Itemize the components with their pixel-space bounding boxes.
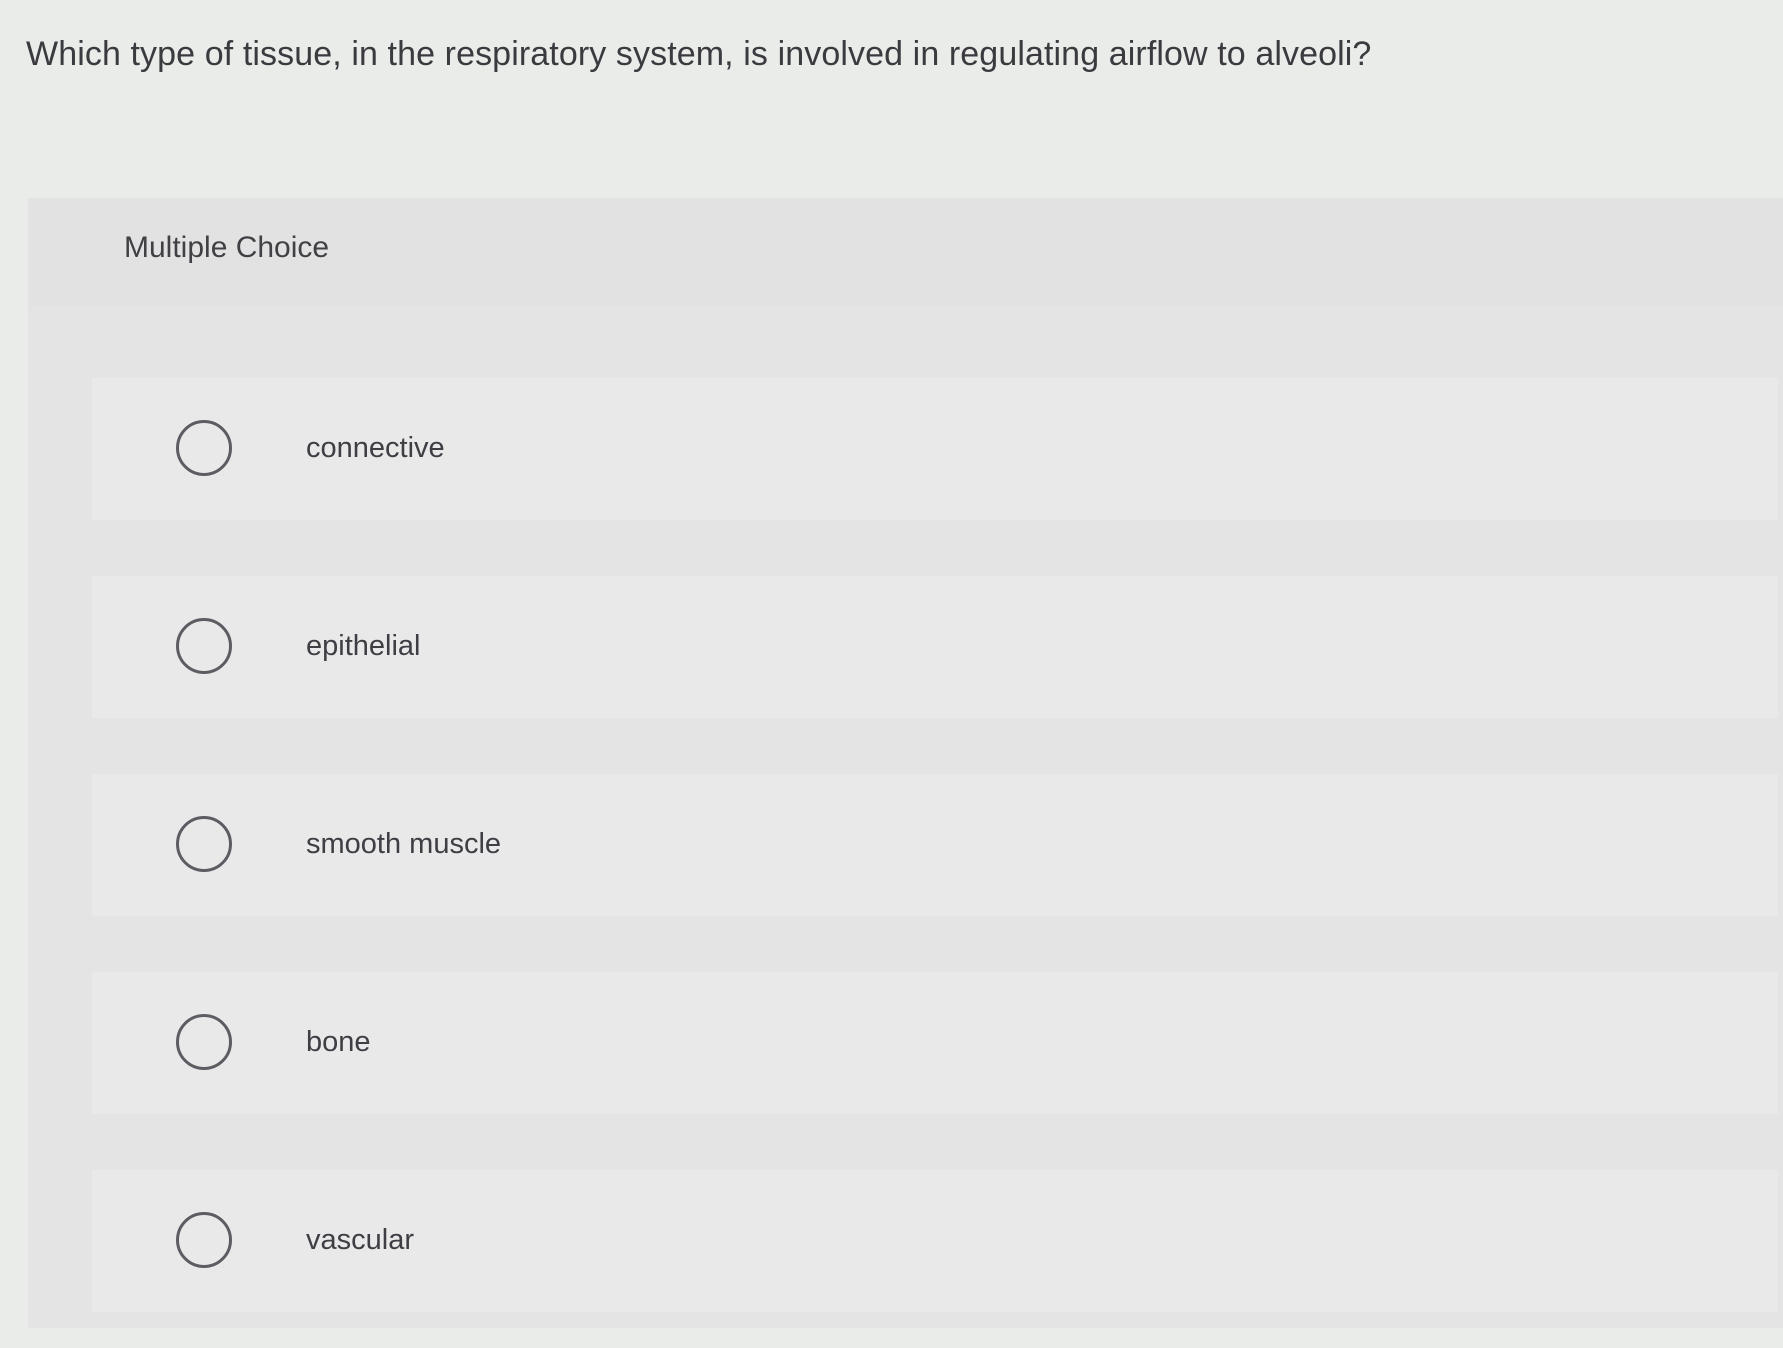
radio-unchecked-icon[interactable]: [176, 420, 232, 476]
radio-unchecked-icon[interactable]: [176, 816, 232, 872]
choice-option-epithelial[interactable]: epithelial: [92, 576, 1778, 718]
choice-option-vascular[interactable]: vascular: [92, 1170, 1778, 1312]
radio-unchecked-icon[interactable]: [176, 618, 232, 674]
choice-label: smooth muscle: [306, 828, 502, 860]
multiple-choice-panel: Multiple Choice connective epithelial sm…: [28, 198, 1783, 1328]
choice-label: bone: [306, 1026, 371, 1058]
choice-option-bone[interactable]: bone: [92, 972, 1778, 1114]
choice-label: epithelial: [306, 630, 421, 662]
choice-label: vascular: [306, 1224, 414, 1256]
panel-title: Multiple Choice: [124, 231, 330, 264]
choice-label: connective: [306, 432, 445, 464]
choice-option-smooth-muscle[interactable]: smooth muscle: [92, 774, 1778, 916]
panel-header: Multiple Choice: [28, 198, 1783, 306]
radio-unchecked-icon[interactable]: [176, 1212, 232, 1268]
question-text: Which type of tissue, in the respiratory…: [26, 35, 1372, 73]
choice-option-connective[interactable]: connective: [92, 378, 1778, 520]
radio-unchecked-icon[interactable]: [176, 1014, 232, 1070]
